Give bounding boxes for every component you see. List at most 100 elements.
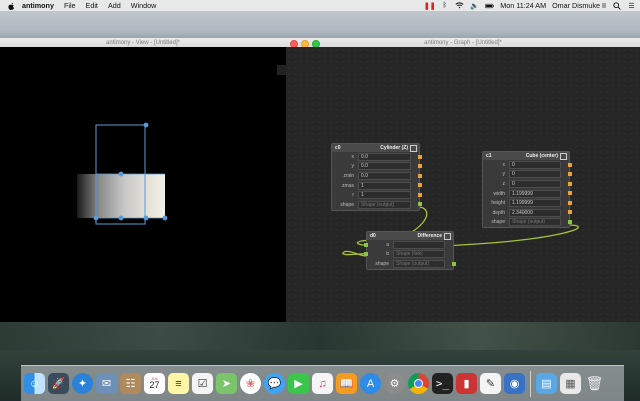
notes-icon[interactable]: ≡: [168, 373, 189, 394]
calendar-day: 27: [149, 380, 160, 390]
output-port[interactable]: [568, 162, 572, 167]
param-field[interactable]: 1: [358, 181, 411, 190]
node-header[interactable]: c1 Cube (center): [483, 152, 569, 160]
output-port[interactable]: [418, 192, 422, 197]
itunes-icon[interactable]: ♫: [312, 373, 333, 394]
pause-indicator-icon[interactable]: ❚❚: [424, 2, 436, 10]
output-port[interactable]: [568, 191, 572, 196]
menu-edit[interactable]: Edit: [86, 1, 98, 10]
node-cylinder[interactable]: c0 Cylinder (Z) x 0.0 y 0.0 zmin 0.0 zmax 1 …: [331, 143, 422, 211]
node-header[interactable]: c0 Cylinder (Z): [332, 144, 419, 152]
node-header[interactable]: d0 Difference: [367, 232, 453, 240]
param-field: [393, 240, 445, 249]
node-menu-icon[interactable]: [444, 233, 451, 240]
param-field: Shape (output): [509, 218, 561, 227]
battery-icon[interactable]: [485, 2, 495, 10]
launchpad-icon[interactable]: 🚀: [48, 373, 69, 394]
bluetooth-icon[interactable]: ᛒ: [440, 2, 449, 10]
menu-app-name[interactable]: antimony: [22, 1, 54, 10]
messages-icon[interactable]: 💬: [264, 373, 285, 394]
output-port[interactable]: [418, 154, 422, 159]
output-port[interactable]: [568, 172, 572, 177]
param-field[interactable]: 0: [509, 179, 561, 188]
dock: ☺ 🚀 ✦ ✉ ☷ JUL 27 ≡ ☑ ➤ ❀ 💬 ▶ ♫ 📖 A ⚙ >_ …: [21, 365, 624, 401]
node-menu-icon[interactable]: [560, 153, 567, 160]
param-field[interactable]: 2.340000: [509, 208, 561, 217]
shape-output-port[interactable]: [418, 202, 422, 207]
node-type: Cube (center): [525, 153, 558, 159]
param-label: width: [493, 190, 505, 197]
textedit-icon[interactable]: ✎: [480, 373, 501, 394]
shape-output-port[interactable]: [452, 261, 456, 266]
param-field[interactable]: 0.0: [358, 162, 411, 171]
node-cube[interactable]: c1 Cube (center) x0 y0 z0 width 1.199999 …: [482, 151, 572, 229]
documents-folder-icon[interactable]: ▦: [560, 373, 581, 394]
control-handle[interactable]: [143, 122, 149, 128]
reminders-icon[interactable]: ☑: [192, 373, 213, 394]
app-store-icon[interactable]: A: [360, 373, 381, 394]
control-handle[interactable]: [143, 215, 149, 221]
safari-icon[interactable]: ✦: [72, 373, 93, 394]
applications-folder-icon[interactable]: ▤: [536, 373, 557, 394]
node-type: Difference: [417, 233, 442, 239]
render-canvas: [77, 122, 168, 225]
param-field[interactable]: 0.0: [358, 152, 411, 161]
shape-input-port[interactable]: [364, 242, 368, 247]
menu-window[interactable]: Window: [131, 1, 157, 10]
param-field[interactable]: 1: [358, 191, 411, 200]
spotlight-icon[interactable]: [612, 1, 621, 10]
graph-window-title: antimony - Graph - [Untitled]*: [424, 39, 502, 46]
apple-menu-icon[interactable]: [7, 2, 15, 10]
photos-icon[interactable]: ❀: [240, 373, 261, 394]
notification-center-icon[interactable]: ☰: [627, 2, 636, 10]
output-port[interactable]: [418, 183, 422, 188]
output-port[interactable]: [568, 200, 572, 205]
node-menu-icon[interactable]: [410, 145, 417, 152]
system-preferences-icon[interactable]: ⚙: [384, 373, 405, 394]
control-handle[interactable]: [162, 215, 168, 221]
ibooks-icon[interactable]: 📖: [336, 373, 357, 394]
node-name[interactable]: c1: [486, 153, 526, 159]
param-field[interactable]: 0.0: [358, 171, 411, 180]
contacts-icon[interactable]: ☷: [120, 373, 141, 394]
menu-file[interactable]: File: [64, 1, 76, 10]
3d-viewport[interactable]: [0, 47, 286, 322]
finder-icon[interactable]: ☺: [24, 373, 45, 394]
param-label: x: [502, 161, 506, 168]
menubar-clock[interactable]: Mon 11:24 AM: [500, 1, 546, 10]
node-name[interactable]: d0: [370, 233, 418, 239]
antimony-icon[interactable]: ▮: [456, 373, 477, 394]
output-port[interactable]: [568, 210, 572, 215]
shape-output-port[interactable]: [568, 220, 572, 225]
shape-input-port[interactable]: [364, 252, 368, 257]
menubar-user[interactable]: Omar Dismuke II: [552, 1, 606, 10]
terminal-icon[interactable]: >_: [432, 373, 453, 394]
wifi-icon[interactable]: [455, 2, 464, 10]
param-field[interactable]: 1.199999: [509, 199, 561, 208]
node-difference[interactable]: d0 Difference a b Shape (link) shape Shape…: [364, 231, 456, 270]
control-handle[interactable]: [118, 215, 124, 221]
chrome-icon[interactable]: [408, 373, 429, 394]
facetime-icon[interactable]: ▶: [288, 373, 309, 394]
param-field[interactable]: 0: [509, 160, 561, 169]
param-label: zmin: [343, 172, 354, 179]
param-label: shape: [340, 201, 354, 208]
preview-icon[interactable]: ◉: [504, 373, 525, 394]
control-handle[interactable]: [118, 171, 124, 177]
param-field[interactable]: 1.199999: [509, 189, 561, 198]
param-label: b: [386, 251, 389, 258]
trash-icon[interactable]: 🗑: [584, 373, 605, 394]
calendar-icon[interactable]: JUL 27: [144, 373, 165, 394]
volume-icon[interactable]: 🔈: [470, 2, 479, 10]
output-port[interactable]: [418, 173, 422, 178]
param-field[interactable]: 0: [509, 170, 561, 179]
control-handle[interactable]: [93, 215, 99, 221]
maps-icon[interactable]: ➤: [216, 373, 237, 394]
menu-add[interactable]: Add: [108, 1, 121, 10]
output-port[interactable]: [418, 164, 422, 169]
mail-icon[interactable]: ✉: [96, 373, 117, 394]
node-name[interactable]: c0: [335, 145, 380, 151]
output-port[interactable]: [568, 181, 572, 186]
wallpaper-ridge: [0, 320, 640, 350]
param-label: y: [351, 163, 355, 170]
